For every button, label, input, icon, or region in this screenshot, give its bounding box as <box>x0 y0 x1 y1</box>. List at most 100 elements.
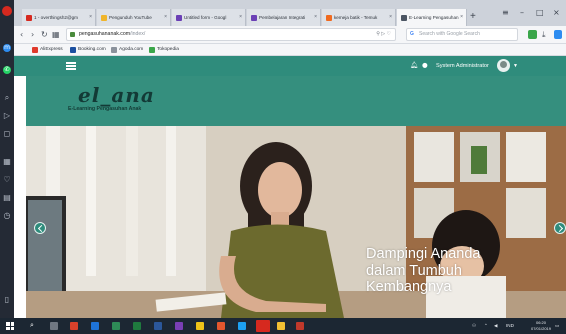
carousel-next-button[interactable] <box>554 222 566 234</box>
close-window-icon[interactable]: × <box>553 8 560 18</box>
tray-people-icon[interactable]: ⚇ <box>472 322 476 330</box>
search-placeholder: Search with Google Search <box>419 31 480 37</box>
forward-icon[interactable]: › <box>31 29 34 40</box>
carousel-prev-button[interactable] <box>34 222 46 234</box>
bookmark-label: Agoda.com <box>119 47 144 52</box>
tab-menu-icon[interactable]: ≡ <box>502 8 509 18</box>
extension-icon[interactable] <box>528 30 537 39</box>
screen: m ✆ ⌕ ▷ ◻ ▦ ♡ ▤ ◷ ▯ 1 - overthingsh2@gm … <box>0 0 566 334</box>
heart-icon[interactable]: ♡ <box>3 176 11 184</box>
store-icon[interactable] <box>112 322 120 330</box>
tab-google-form[interactable]: Untitled form - Googl × <box>172 9 246 26</box>
url-tools-icon[interactable]: ⚲ ▷ ♡ <box>376 29 391 40</box>
bookmark-favicon-icon <box>70 47 76 53</box>
tray-chevron-icon[interactable]: ⌃ <box>484 322 488 330</box>
close-tab-icon[interactable]: × <box>239 9 242 26</box>
user-name[interactable]: System Administrator <box>436 62 489 70</box>
back-icon[interactable]: ‹ <box>20 29 23 40</box>
chevron-down-icon[interactable]: ▼ <box>513 62 518 70</box>
word-icon[interactable] <box>154 322 162 330</box>
url-field[interactable]: pengasuhananak.com/index/ ⚲ ▷ ♡ <box>66 28 396 41</box>
opera-logo-icon[interactable] <box>2 6 12 16</box>
tab-kemeja-batik[interactable]: kemeja batik - Temuk × <box>322 9 396 26</box>
new-tab-button[interactable]: + <box>470 11 476 23</box>
input-language[interactable]: IND <box>506 322 514 330</box>
tab-label: Pembelajaran Integrati <box>259 15 306 20</box>
site-navbar: 🔔︎ ● System Administrator ▼ <box>14 56 566 76</box>
download-icon[interactable]: ⤓ <box>542 29 546 40</box>
bookmark-aliexpress[interactable]: AliExpress <box>32 44 63 56</box>
maximize-icon[interactable]: □ <box>536 8 544 18</box>
taskbar-search-icon[interactable]: ⌕ <box>30 321 34 330</box>
bookmarks-bar: AliExpress Booking.com Agoda.com Tokoped… <box>14 44 566 56</box>
bookmark-favicon-icon <box>149 47 155 53</box>
file-explorer-icon[interactable] <box>196 322 204 330</box>
speed-dial-grid-icon[interactable]: ▦ <box>52 29 60 40</box>
whatsapp-icon[interactable]: ✆ <box>3 66 11 74</box>
tab-label: 1 - overthingsh2@gm <box>34 15 78 20</box>
avatar[interactable] <box>497 59 510 72</box>
sidebar-toggle-icon[interactable]: ▯ <box>3 296 11 304</box>
opera-taskbar-icon[interactable] <box>256 320 270 332</box>
windows-start-icon[interactable] <box>6 322 14 330</box>
tab-youtube-downloader[interactable]: Pengunduh YouTube × <box>97 9 171 26</box>
brand-logo-title[interactable]: el_ana <box>78 84 155 106</box>
bell-icon[interactable]: 🔔︎ <box>410 61 418 69</box>
secure-lock-icon <box>70 32 75 37</box>
bookmark-label: Tokopedia <box>157 47 179 52</box>
bookmark-tokopedia[interactable]: Tokopedia <box>149 44 179 56</box>
task-view-icon[interactable] <box>50 322 58 330</box>
tab-gmail[interactable]: 1 - overthingsh2@gm × <box>22 9 96 26</box>
bookmark-favicon-icon <box>32 47 38 53</box>
close-tab-icon[interactable]: × <box>389 9 392 26</box>
bookmark-label: Booking.com <box>78 47 106 52</box>
hamburger-menu-icon[interactable] <box>66 62 76 70</box>
sticky-notes-icon[interactable] <box>277 322 285 330</box>
app-icon[interactable] <box>238 322 246 330</box>
search-field[interactable]: G Search with Google Search <box>406 28 518 41</box>
search-icon[interactable]: ⌕ <box>3 94 11 102</box>
close-tab-icon[interactable]: × <box>460 9 463 26</box>
url-host: pengasuhananak.com <box>79 31 131 37</box>
powerpoint-icon[interactable] <box>70 322 78 330</box>
history-icon[interactable]: ◷ <box>3 212 11 220</box>
notification-icon[interactable]: ▭ <box>555 322 559 330</box>
send-icon[interactable]: ▷ <box>3 112 11 120</box>
tab-label: kemeja batik - Temuk <box>334 15 378 20</box>
tab-favicon-icon <box>176 15 182 21</box>
speed-dial-icon[interactable]: ▦ <box>3 158 11 166</box>
tab-favicon-icon <box>101 15 107 21</box>
browser-sidebar: m ✆ ⌕ ▷ ◻ ▦ ♡ ▤ ◷ ▯ <box>0 0 14 318</box>
chat-icon[interactable]: ● <box>422 61 428 69</box>
chrome-icon[interactable] <box>217 322 225 330</box>
tray-speaker-icon[interactable]: ◀︎ <box>494 322 498 330</box>
carousel-caption: Dampingi Ananda dalam Tumbuh Kembangnya <box>366 246 481 295</box>
news-icon[interactable]: ▤ <box>3 194 11 202</box>
brand-subtitle: E-Learning Pengasuhan Anak <box>68 106 142 112</box>
snapshot-icon[interactable]: ◻ <box>3 130 11 138</box>
bookmark-booking[interactable]: Booking.com <box>70 44 106 56</box>
edge-icon[interactable] <box>91 322 99 330</box>
bookmark-favicon-icon <box>111 47 117 53</box>
taskbar-clock[interactable]: 06:20 07/01/2019 <box>528 320 554 332</box>
tab-pembelajaran[interactable]: Pembelajaran Integrati × <box>247 9 321 26</box>
tab-favicon-icon <box>26 15 32 21</box>
tab-label: Pengunduh YouTube <box>109 15 152 20</box>
reload-icon[interactable]: ↻ <box>41 29 48 40</box>
messenger-icon[interactable]: m <box>3 44 11 52</box>
pdf-icon[interactable] <box>296 322 304 330</box>
tab-label: E-Learning Pengasuhan <box>409 15 459 20</box>
excel-icon[interactable] <box>133 322 141 330</box>
close-tab-icon[interactable]: × <box>89 9 92 26</box>
bookmark-agoda[interactable]: Agoda.com <box>111 44 143 56</box>
onenote-icon[interactable] <box>175 322 183 330</box>
tab-label: Untitled form - Googl <box>184 15 227 20</box>
tab-elearning-active[interactable]: E-Learning Pengasuhan × <box>397 9 467 26</box>
site-viewport: 🔔︎ ● System Administrator ▼ el_ana E-Lea… <box>14 56 566 318</box>
vpn-icon[interactable] <box>554 30 562 39</box>
close-tab-icon[interactable]: × <box>314 9 317 26</box>
tab-strip: 1 - overthingsh2@gm × Pengunduh YouTube … <box>14 0 566 26</box>
minimize-icon[interactable]: – <box>520 8 524 18</box>
close-tab-icon[interactable]: × <box>164 9 167 26</box>
bookmark-label: AliExpress <box>40 47 63 52</box>
